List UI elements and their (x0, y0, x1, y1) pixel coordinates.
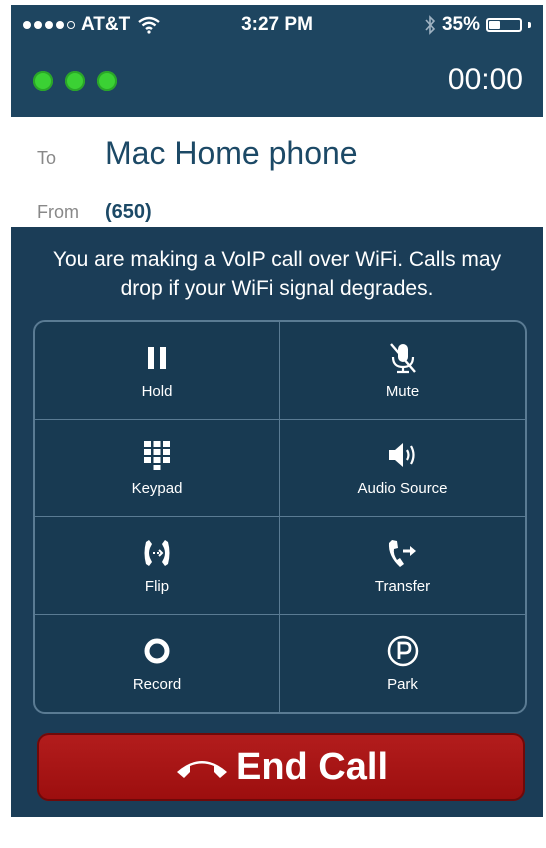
transfer-phone-icon (388, 539, 416, 567)
voip-notice: You are making a VoIP call over WiFi. Ca… (52, 248, 502, 300)
speaker-icon (388, 443, 415, 468)
keypad-icon (144, 441, 170, 471)
end-call-label: End Call (235, 745, 389, 788)
call-party-info: To Mac Home phone From (650) (11, 117, 543, 227)
call-status-indicator (33, 71, 117, 91)
mute-label: Mute (385, 382, 420, 400)
to-value: Mac Home phone (105, 135, 358, 171)
to-row: To Mac Home phone (37, 135, 358, 172)
battery-percent: 35% (441, 14, 480, 35)
call-timer: 00:00 (447, 63, 523, 96)
bluetooth-icon (425, 15, 436, 35)
flip-button[interactable]: Flip (35, 517, 280, 615)
mute-button[interactable]: Mute (280, 322, 525, 420)
from-label: From (37, 202, 79, 222)
status-bar: AT&T 3:27 PM 35% (11, 5, 543, 45)
call-header: 00:00 (11, 45, 543, 117)
keypad-button[interactable]: Keypad (35, 419, 280, 517)
to-label: To (37, 148, 57, 168)
status-bar-right: 35% (424, 14, 531, 36)
call-controls-panel: You are making a VoIP call over WiFi. Ca… (11, 227, 543, 817)
battery-level (489, 21, 501, 29)
audio-source-label: Audio Source (357, 480, 448, 498)
transfer-button[interactable]: Transfer (280, 517, 525, 615)
flip-label: Flip (144, 577, 170, 595)
record-icon (144, 638, 170, 664)
status-dot (97, 71, 117, 91)
battery-icon (486, 18, 522, 32)
pause-icon (148, 346, 166, 369)
keypad-label: Keypad (131, 480, 183, 498)
audio-source-button[interactable]: Audio Source (280, 420, 525, 517)
hold-button[interactable]: Hold (35, 322, 280, 420)
mic-muted-icon (389, 342, 416, 373)
status-dot (33, 71, 53, 91)
phone-screen: AT&T 3:27 PM 35% 00:00 To Mac Home phone… (11, 5, 543, 848)
hangup-icon (176, 761, 227, 778)
flip-phone-icon (144, 539, 170, 566)
record-label: Record (132, 675, 182, 693)
transfer-label: Transfer (374, 577, 431, 595)
park-icon (387, 635, 418, 666)
from-row: From (650) (37, 201, 152, 224)
park-label: Park (387, 675, 418, 693)
hold-label: Hold (141, 382, 173, 400)
end-call-button[interactable]: End Call (37, 733, 525, 801)
park-button[interactable]: Park (280, 615, 525, 713)
from-value: (650) (105, 201, 152, 223)
status-dot (65, 71, 85, 91)
call-controls-grid: Hold Mute Keypad Audio Source Flip Trans… (33, 320, 527, 714)
record-button[interactable]: Record (35, 614, 280, 712)
battery-tip (528, 22, 531, 28)
